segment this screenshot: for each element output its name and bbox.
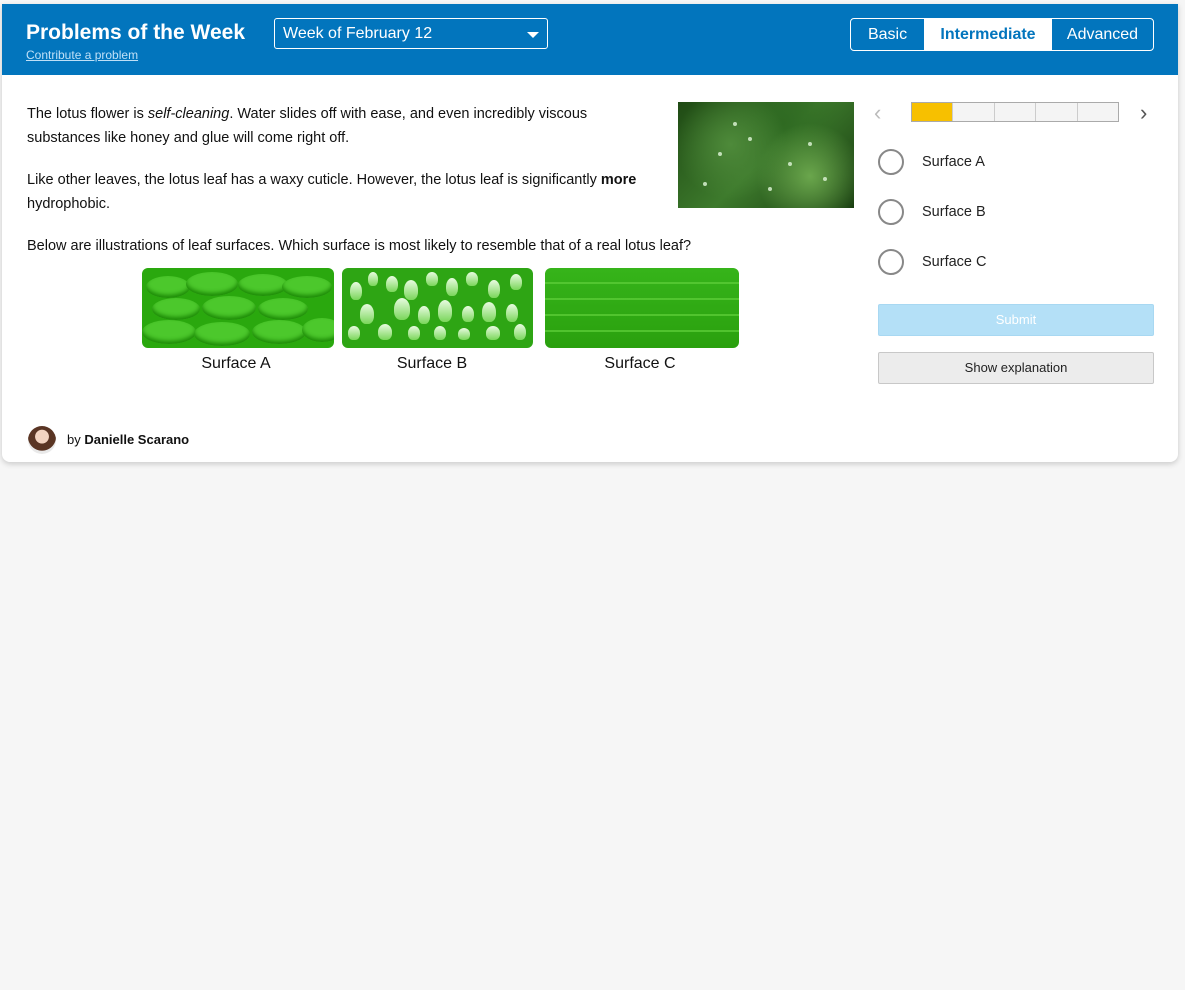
progress-segment[interactable] [1076, 103, 1119, 121]
problem-card: Problems of the Week Contribute a proble… [2, 4, 1178, 462]
problem-paragraph-2: Like other leaves, the lotus leaf has a … [27, 168, 657, 216]
submit-button[interactable]: Submit [878, 304, 1154, 336]
next-problem-chevron-right-icon[interactable]: › [1140, 102, 1160, 124]
p1-emphasis: self-cleaning [147, 106, 230, 122]
option-surface-b[interactable]: Surface B [878, 199, 1148, 227]
option-label: Surface C [922, 254, 987, 270]
week-select[interactable]: Week of February 12 [274, 18, 548, 49]
radio-icon[interactable] [878, 249, 904, 275]
progress-segment[interactable] [952, 103, 994, 121]
author-name[interactable]: Danielle Scarano [84, 432, 189, 447]
level-toggle: Basic Intermediate Advanced [850, 18, 1154, 51]
show-explanation-button[interactable]: Show explanation [878, 352, 1154, 384]
problem-progress-bar [911, 102, 1119, 122]
radio-icon[interactable] [878, 149, 904, 175]
header-bar: Problems of the Week Contribute a proble… [2, 4, 1178, 75]
p2-strong: more [600, 172, 637, 188]
option-label: Surface B [922, 204, 986, 220]
level-basic[interactable]: Basic [851, 19, 924, 50]
lotus-leaf-photo [678, 102, 854, 208]
byline-prefix: by [67, 432, 85, 447]
progress-segment[interactable] [912, 103, 953, 121]
week-select-value: Week of February 12 [283, 25, 433, 42]
option-surface-a[interactable]: Surface A [878, 149, 1148, 177]
surface-a-label: Surface A [201, 355, 271, 372]
progress-segment[interactable] [1035, 103, 1077, 121]
radio-icon[interactable] [878, 199, 904, 225]
progress-segment[interactable] [993, 103, 1036, 121]
chevron-down-icon [527, 32, 539, 38]
level-advanced[interactable]: Advanced [1051, 19, 1153, 50]
contribute-link[interactable]: Contribute a problem [26, 48, 138, 62]
prev-problem-chevron-left-icon[interactable]: ‹ [874, 102, 894, 124]
author-byline: by Danielle Scarano [67, 432, 189, 447]
author-avatar [28, 426, 56, 454]
level-intermediate[interactable]: Intermediate [924, 19, 1051, 50]
surface-c-label: Surface C [604, 355, 676, 372]
problem-paragraph-1: The lotus flower is self-cleaning. Water… [27, 102, 657, 150]
option-surface-c[interactable]: Surface C [878, 249, 1148, 277]
problem-question: Below are illustrations of leaf surfaces… [27, 238, 692, 254]
p2-text: Like other leaves, the lotus leaf has a … [27, 172, 601, 188]
surface-c-illustration [545, 268, 739, 348]
option-label: Surface A [922, 154, 985, 170]
page-title: Problems of the Week [26, 21, 246, 44]
surface-a-illustration [142, 268, 334, 348]
surface-b-illustration [342, 268, 533, 348]
p2-text-end: hydrophobic. [27, 196, 111, 212]
p1-text: The lotus flower is [27, 106, 148, 122]
surface-b-label: Surface B [396, 355, 468, 372]
